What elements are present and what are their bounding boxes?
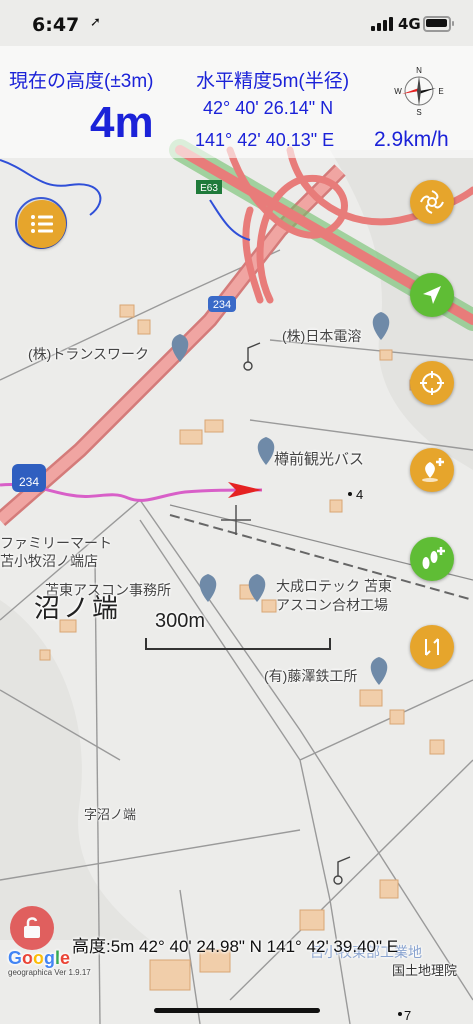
altitude-label: 現在の高度(±3m) <box>9 71 154 92</box>
map-label-taisei-1: 大成ロテック 苫東 <box>276 578 392 594</box>
location-services-icon: ➚ <box>90 15 101 30</box>
status-time: 6:47 <box>32 14 80 36</box>
map-label-family-mart: ファミリーマート <box>0 535 112 551</box>
add-track-button[interactable] <box>410 537 454 581</box>
route-icon <box>425 638 439 656</box>
map-label-transwork: (株)トランスワーク <box>28 346 150 362</box>
network-type: 4G <box>398 15 421 33</box>
point-7-label: 7 <box>404 1008 411 1023</box>
map-label-taisei-2: アスコン合材工場 <box>276 597 388 613</box>
navigation-arrow-icon <box>423 286 441 304</box>
compass-icon[interactable]: N E S W <box>394 64 444 116</box>
crosshair-icon <box>420 371 444 395</box>
altitude-value: 4m <box>90 98 154 147</box>
latitude-value: 42° 40' 26.14" N <box>203 98 334 118</box>
cellular-signal-icon <box>371 17 395 31</box>
follow-location-button[interactable] <box>410 273 454 317</box>
point-4-label: 4 <box>356 487 363 502</box>
map-label-fujisawa: (有)藤澤鉄工所 <box>264 668 358 684</box>
map-label-tarumae-bus: 樽前観光バス <box>274 451 365 468</box>
map-style-button[interactable] <box>410 180 454 224</box>
pin-plus-icon <box>422 458 444 482</box>
map-label-numanohata: 沼ノ端 <box>34 593 122 623</box>
swirl-icon <box>420 190 444 214</box>
e63-label: E63 <box>200 183 218 194</box>
map-attribution: 国土地理院 <box>392 963 458 978</box>
scale-label: 300m <box>155 610 206 632</box>
map-label-aza-numanohata: 字沼ノ端 <box>84 807 137 822</box>
footprints-plus-icon <box>422 547 445 569</box>
route-button[interactable] <box>410 625 454 669</box>
battery-icon <box>423 16 454 32</box>
location-hud: 現在の高度(±3m) 4m 水平精度5m(半径) 42° 40' 26.14" … <box>0 46 473 158</box>
longitude-value: 141° 42' 40.13" E <box>195 130 335 150</box>
map-label-family-mart-branch: 苫小牧沼ノ端店 <box>0 553 98 569</box>
status-bar: 6:47 ➚ 4G <box>0 0 473 46</box>
home-indicator <box>154 1008 320 1013</box>
add-point-button[interactable] <box>410 448 454 492</box>
menu-button[interactable] <box>18 200 66 248</box>
accuracy-label: 水平精度5m(半径) <box>196 71 350 92</box>
center-position-info: 高度:5m 42° 40' 24.98" N 141° 42' 39.40" E <box>72 937 399 956</box>
list-icon <box>31 215 53 233</box>
google-logo: Google <box>8 948 71 968</box>
map-label-nihon-densetsu: (株)日本電溶 <box>282 328 362 344</box>
compass-s: S <box>416 108 421 116</box>
lock-button[interactable] <box>10 906 54 950</box>
compass-w: W <box>394 87 402 96</box>
unlock-icon <box>24 917 40 938</box>
target-button[interactable] <box>410 361 454 405</box>
scale-bar <box>145 638 331 650</box>
app-version: geographica Ver 1.9.17 <box>8 968 91 977</box>
compass-e: E <box>438 87 443 96</box>
compass-n: N <box>416 66 422 75</box>
route-234-top-label: 234 <box>213 299 231 311</box>
speed-value: 2.9km/h <box>374 128 449 151</box>
route-234-left-label: 234 <box>19 475 39 489</box>
